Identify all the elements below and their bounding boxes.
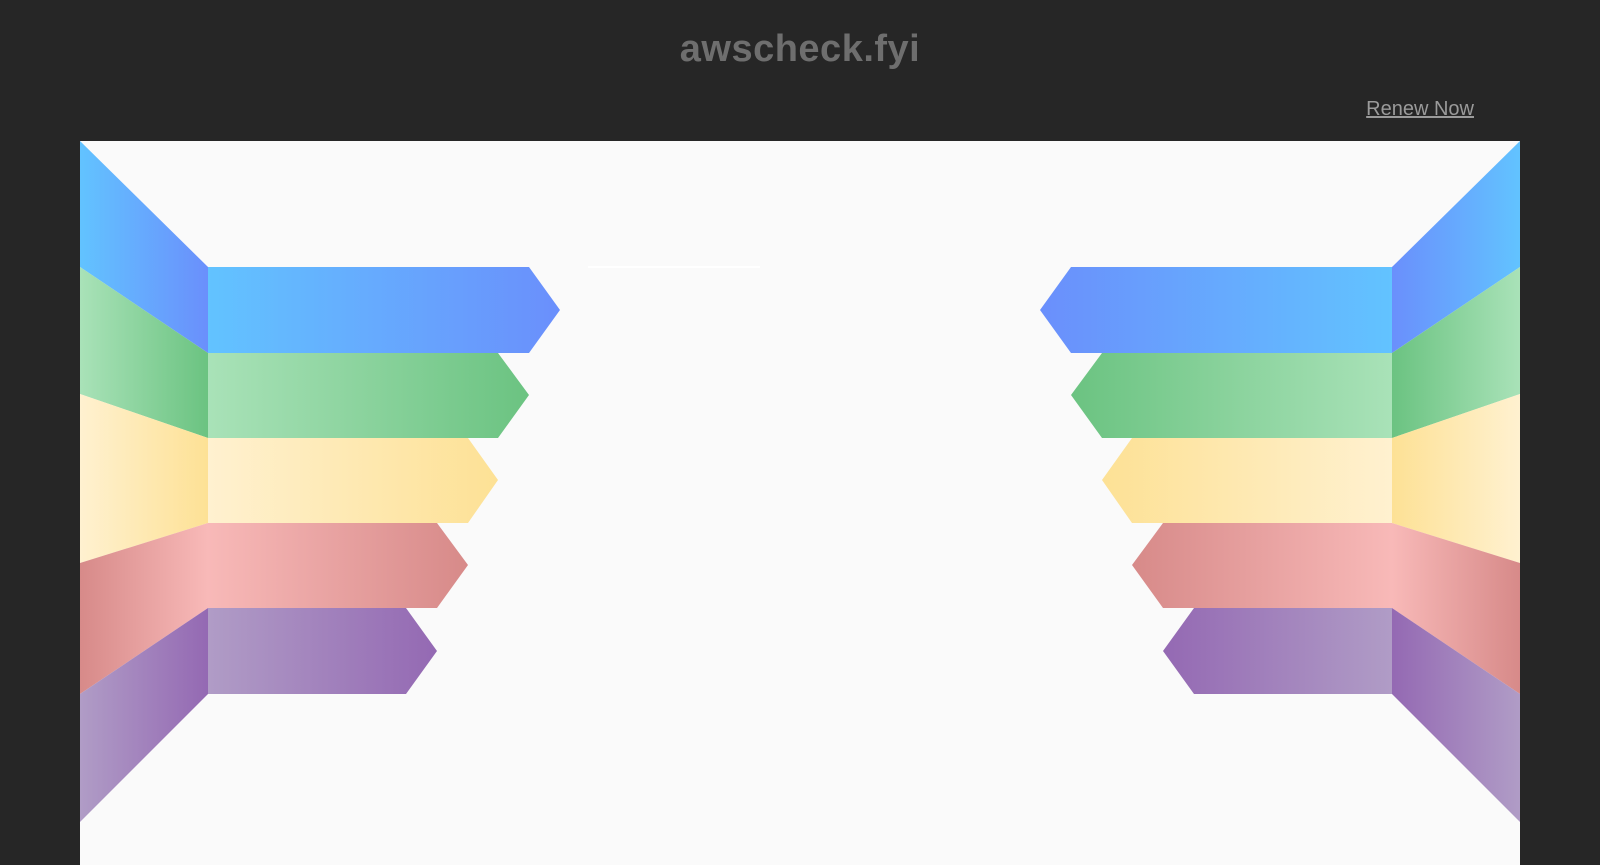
- left-fan: [80, 141, 208, 822]
- rainbow-arrows-illustration: [80, 141, 1520, 822]
- site-title: awscheck.fyi: [679, 28, 921, 70]
- header-bar: awscheck.fyi Renew Now: [0, 0, 1600, 140]
- right-arrow-green: [1071, 353, 1392, 438]
- left-arrow-purple: [208, 608, 437, 694]
- right-arrow-red: [1132, 523, 1392, 608]
- left-arrows: [208, 267, 560, 694]
- right-arrow-yellow: [1102, 438, 1392, 523]
- parked-domain-banner: [80, 141, 1520, 865]
- right-arrows: [1040, 267, 1392, 694]
- left-arrow-blue: [208, 267, 560, 353]
- right-arrow-purple: [1163, 608, 1392, 694]
- right-arrow-blue: [1040, 267, 1392, 353]
- left-arrow-red: [208, 523, 468, 608]
- right-fan: [1392, 141, 1520, 822]
- left-arrow-yellow: [208, 438, 498, 523]
- renew-now-link[interactable]: Renew Now: [1366, 98, 1474, 121]
- left-arrow-green: [208, 353, 529, 438]
